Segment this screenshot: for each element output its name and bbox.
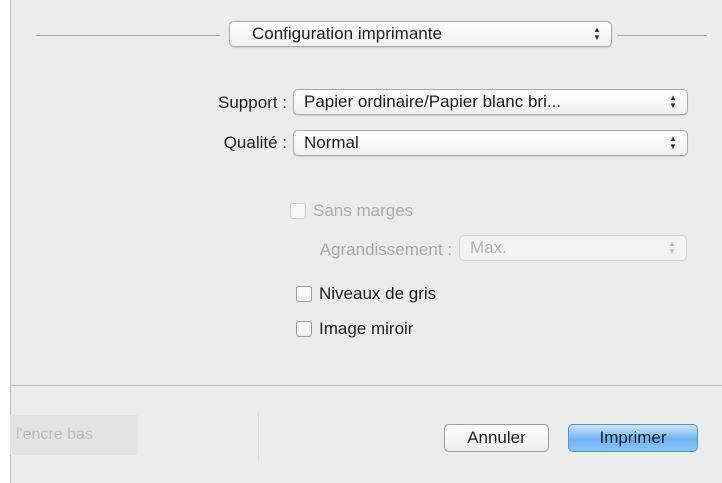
support-label: Support :: [218, 93, 287, 112]
print-button[interactable]: Imprimer: [568, 424, 698, 452]
popup-arrows-icon: ▲ ▼: [669, 93, 677, 110]
footer-ghost-divider: [258, 412, 259, 462]
enlarge-label: Agrandissement :: [319, 240, 452, 259]
quality-popup-value: Normal: [304, 133, 359, 152]
cancel-button[interactable]: Annuler: [444, 424, 549, 452]
popup-arrows-icon: ▲ ▼: [668, 239, 676, 256]
mirror-checkbox-box: [296, 321, 312, 337]
borderless-checkbox[interactable]: Sans marges: [290, 201, 413, 221]
ink-level-button[interactable]: l'encre bas: [10, 415, 138, 455]
header-divider-right: [617, 35, 707, 36]
borderless-checkbox-box: [290, 203, 306, 219]
support-popup-value: Papier ordinaire/Papier blanc bri...: [304, 92, 562, 111]
grayscale-checkbox-box: [296, 286, 312, 302]
quality-label: Qualité :: [223, 133, 287, 152]
footer-divider: [10, 385, 722, 386]
enlarge-popup-value: Max.: [470, 238, 507, 257]
popup-arrows-icon: ▲ ▼: [593, 25, 601, 42]
enlarge-popup[interactable]: Max. ▲ ▼: [459, 235, 687, 261]
header-divider-left: [36, 35, 220, 36]
popup-arrows-icon: ▲ ▼: [669, 134, 677, 151]
preset-popup[interactable]: Configuration imprimante ▲ ▼: [229, 21, 612, 47]
grayscale-checkbox-label: Niveaux de gris: [319, 284, 437, 303]
ink-level-label: l'encre bas: [16, 426, 93, 443]
mirror-checkbox-label: Image miroir: [319, 319, 414, 338]
support-popup[interactable]: Papier ordinaire/Papier blanc bri... ▲ ▼: [293, 89, 688, 115]
preset-popup-value: Configuration imprimante: [252, 24, 442, 43]
borderless-checkbox-label: Sans marges: [313, 201, 414, 220]
mirror-checkbox[interactable]: Image miroir: [296, 319, 413, 339]
quality-popup[interactable]: Normal ▲ ▼: [293, 130, 688, 156]
grayscale-checkbox[interactable]: Niveaux de gris: [296, 284, 436, 304]
